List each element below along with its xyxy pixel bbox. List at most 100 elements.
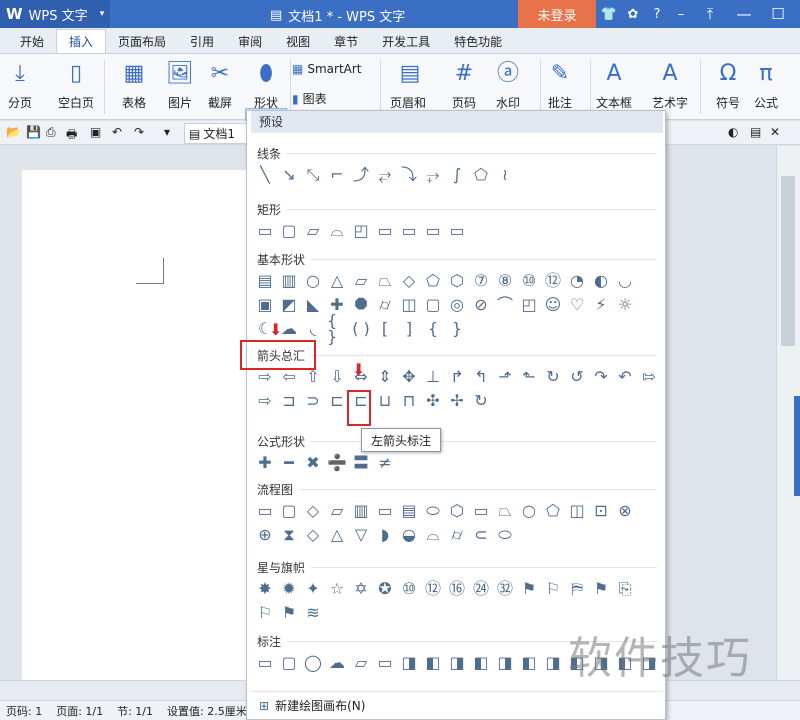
tab-5[interactable]: 视图 bbox=[274, 31, 322, 53]
shape-2-1-10[interactable]: ⌒ bbox=[495, 295, 515, 315]
shape-7-0-11[interactable]: ◧ bbox=[519, 653, 539, 673]
shape-3-0-2[interactable]: ⇧ bbox=[303, 367, 323, 387]
chat-icon[interactable]: ✿ bbox=[624, 7, 642, 22]
shape-6-0-3[interactable]: ☆ bbox=[327, 579, 347, 599]
shape-3-1-2[interactable]: ⊃ bbox=[303, 391, 323, 411]
shape-1-0-5[interactable]: ▭ bbox=[375, 221, 395, 241]
shape-6-1-0[interactable]: ⚐ bbox=[255, 603, 275, 623]
shape-3-0-6[interactable]: ✥ bbox=[399, 367, 419, 387]
shape-2-2-5[interactable]: [ bbox=[375, 319, 395, 339]
side-panel-toggle[interactable] bbox=[794, 396, 800, 496]
tab-6[interactable]: 章节 bbox=[322, 31, 370, 53]
shape-2-2-2[interactable]: ◟ bbox=[303, 319, 323, 339]
shape-5-0-3[interactable]: ▱ bbox=[327, 501, 347, 521]
tab-8[interactable]: 特色功能 bbox=[442, 31, 514, 53]
shape-2-2-4[interactable]: ( ) bbox=[351, 319, 371, 339]
shape-3-0-9[interactable]: ↰ bbox=[471, 367, 491, 387]
app-dropdown-icon[interactable]: ▾ bbox=[94, 9, 110, 19]
shape-5-1-6[interactable]: ◒ bbox=[399, 525, 419, 545]
login-button[interactable]: 未登录 bbox=[518, 0, 596, 28]
scroll-thumb[interactable] bbox=[781, 176, 795, 346]
shape-6-0-10[interactable]: ㉜ bbox=[495, 579, 515, 599]
shape-2-0-14[interactable]: ◐ bbox=[591, 271, 611, 291]
shape-1-0-4[interactable]: ◰ bbox=[351, 221, 371, 241]
shape-7-0-0[interactable]: ▭ bbox=[255, 653, 275, 673]
shape-4-0-4[interactable]: 〓 bbox=[351, 453, 371, 473]
print-preview-icon[interactable]: ⎙ bbox=[46, 125, 60, 139]
shape-6-0-9[interactable]: ㉔ bbox=[471, 579, 491, 599]
shape-3-1-3[interactable]: ⊏ bbox=[327, 391, 347, 411]
shape-5-0-0[interactable]: ▭ bbox=[255, 501, 275, 521]
shape-0-0-6[interactable]: ⤵ bbox=[399, 165, 419, 185]
dash-icon[interactable]: – bbox=[672, 7, 690, 22]
shape-1-0-8[interactable]: ▭ bbox=[447, 221, 467, 241]
shape-2-1-7[interactable]: ▢ bbox=[423, 295, 443, 315]
shape-2-2-6[interactable]: ] bbox=[399, 319, 419, 339]
shape-0-0-3[interactable]: ⌐ bbox=[327, 165, 347, 185]
app-menu-button[interactable]: W WPS 文字 ▾ bbox=[0, 0, 110, 28]
help-icon[interactable]: ? bbox=[648, 7, 666, 22]
shape-2-1-15[interactable]: ☼ bbox=[615, 295, 635, 315]
shape-5-0-12[interactable]: ⬠ bbox=[543, 501, 563, 521]
shape-5-1-4[interactable]: ▽ bbox=[351, 525, 371, 545]
shape-2-1-13[interactable]: ♡ bbox=[567, 295, 587, 315]
close-doc-icon[interactable]: ✕ bbox=[770, 125, 784, 139]
shape-2-2-8[interactable]: } bbox=[447, 319, 467, 339]
shape-3-0-1[interactable]: ⇦ bbox=[279, 367, 299, 387]
shape-0-0-4[interactable]: ⤴ bbox=[351, 165, 371, 185]
shape-6-0-13[interactable]: ⛿ bbox=[567, 579, 587, 599]
shape-1-0-7[interactable]: ▭ bbox=[423, 221, 443, 241]
shape-2-0-6[interactable]: ◇ bbox=[399, 271, 419, 291]
shape-7-0-6[interactable]: ◨ bbox=[399, 653, 419, 673]
shape-0-0-10[interactable]: ≀ bbox=[495, 165, 515, 185]
shape-4-0-2[interactable]: ✖ bbox=[303, 453, 323, 473]
shape-7-0-4[interactable]: ▱ bbox=[351, 653, 371, 673]
shape-5-0-5[interactable]: ▭ bbox=[375, 501, 395, 521]
shape-4-0-5[interactable]: ≠ bbox=[375, 453, 395, 473]
shape-3-0-14[interactable]: ↷ bbox=[591, 367, 611, 387]
shape-3-0-5[interactable]: ⇕ bbox=[375, 367, 395, 387]
shape-0-0-5[interactable]: ⥂ bbox=[375, 165, 395, 185]
shape-2-1-2[interactable]: ◣ bbox=[303, 295, 323, 315]
shape-2-0-9[interactable]: ⑦ bbox=[471, 271, 491, 291]
shape-3-1-5[interactable]: ⊔ bbox=[375, 391, 395, 411]
textbox-button[interactable]: A 文本框 bbox=[594, 60, 634, 111]
shape-6-0-15[interactable]: ⎘ bbox=[615, 579, 635, 599]
shape-1-0-3[interactable]: ⌓ bbox=[327, 221, 347, 241]
shape-6-0-8[interactable]: ⑯ bbox=[447, 579, 467, 599]
chart-button[interactable]: ▮ 图表 bbox=[292, 90, 327, 107]
shape-5-0-2[interactable]: ◇ bbox=[303, 501, 323, 521]
minimize-icon[interactable]: — bbox=[730, 5, 758, 23]
upload-icon[interactable]: ⤒ bbox=[696, 5, 724, 23]
shape-3-0-3[interactable]: ⇩ bbox=[327, 367, 347, 387]
shape-6-0-4[interactable]: ✡ bbox=[351, 579, 371, 599]
shape-4-0-1[interactable]: ━ bbox=[279, 453, 299, 473]
shape-2-1-0[interactable]: ▣ bbox=[255, 295, 275, 315]
shape-3-0-7[interactable]: ⊥ bbox=[423, 367, 443, 387]
document-page[interactable] bbox=[22, 170, 252, 680]
shape-2-1-5[interactable]: ⌭ bbox=[375, 295, 395, 315]
tab-4[interactable]: 审阅 bbox=[226, 31, 274, 53]
shape-5-0-1[interactable]: ▢ bbox=[279, 501, 299, 521]
shape-6-1-2[interactable]: ≋ bbox=[303, 603, 323, 623]
shape-6-0-1[interactable]: ✹ bbox=[279, 579, 299, 599]
redo-icon[interactable]: ↷ bbox=[134, 125, 148, 139]
shape-3-0-12[interactable]: ↻ bbox=[543, 367, 563, 387]
shape-7-0-10[interactable]: ◨ bbox=[495, 653, 515, 673]
shape-5-0-8[interactable]: ⬡ bbox=[447, 501, 467, 521]
shape-7-0-9[interactable]: ◧ bbox=[471, 653, 491, 673]
shape-2-1-6[interactable]: ◫ bbox=[399, 295, 419, 315]
shape-5-0-6[interactable]: ▤ bbox=[399, 501, 419, 521]
shape-6-0-2[interactable]: ✦ bbox=[303, 579, 323, 599]
shape-5-1-8[interactable]: ⌭ bbox=[447, 525, 467, 545]
shape-2-0-3[interactable]: △ bbox=[327, 271, 347, 291]
tab-3[interactable]: 引用 bbox=[178, 31, 226, 53]
shape-5-0-13[interactable]: ◫ bbox=[567, 501, 587, 521]
page-break-button[interactable]: ⤓ 分页 bbox=[0, 60, 40, 111]
shape-3-1-1[interactable]: ⊐ bbox=[279, 391, 299, 411]
shape-1-0-0[interactable]: ▭ bbox=[255, 221, 275, 241]
undo-icon[interactable]: ↶ bbox=[112, 125, 126, 139]
shape-2-0-1[interactable]: ▥ bbox=[279, 271, 299, 291]
shape-6-0-12[interactable]: ⚐ bbox=[543, 579, 563, 599]
shape-5-1-2[interactable]: ◇ bbox=[303, 525, 323, 545]
